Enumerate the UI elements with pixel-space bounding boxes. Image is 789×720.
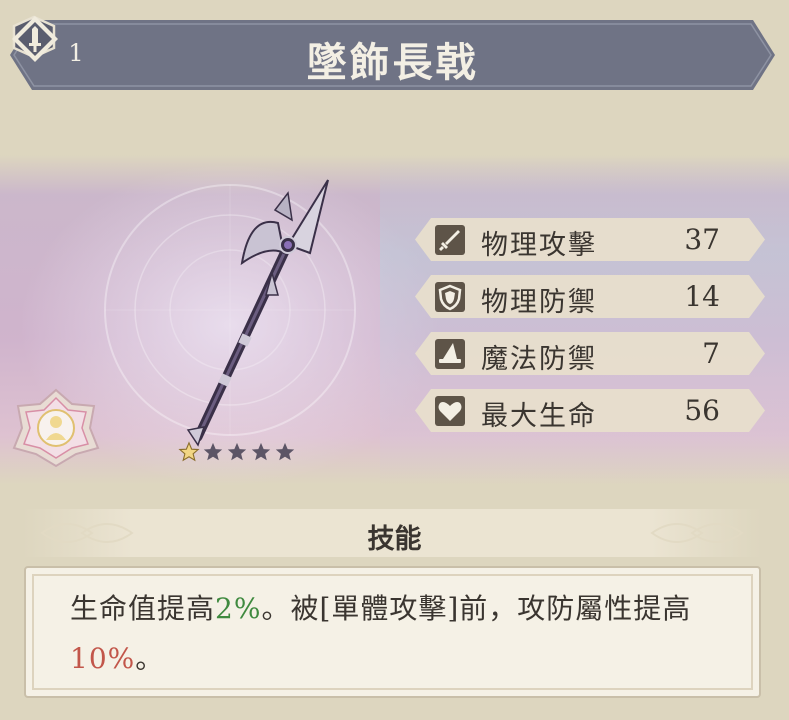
showcase-glow	[380, 155, 789, 485]
item-name: 墜飾長戟	[306, 39, 479, 86]
star-empty-icon	[275, 442, 295, 461]
star-filled-icon	[178, 441, 200, 462]
skill-description-box: 生命值提高2%。被[單體攻擊]前，攻防屬性提高 10%。	[24, 566, 761, 698]
desc-text-1: 生命值提高	[70, 592, 216, 625]
stat-value: 14	[684, 280, 720, 313]
stat-row-magic-defense: 魔法防禦 7	[415, 330, 765, 377]
desc-text-3: 。	[135, 642, 165, 675]
stat-value: 7	[702, 337, 720, 370]
star-empty-icon	[203, 442, 223, 461]
sword-icon	[435, 225, 465, 255]
class-emblem-icon	[12, 388, 100, 468]
stat-label: 物理攻擊	[481, 230, 597, 261]
desc-text-2: 。被[單體攻擊]前，攻防屬性提高	[261, 592, 692, 625]
heart-icon	[435, 396, 465, 426]
stat-value: 37	[684, 223, 720, 256]
star-empty-icon	[227, 442, 247, 461]
highlight-atk-def-bonus: 10%	[70, 642, 136, 675]
stat-row-physical-defense: 物理防禦 14	[415, 273, 765, 320]
sword-diamond-icon	[12, 16, 58, 62]
title-banner: 1 墜飾長戟	[10, 14, 775, 96]
star-empty-icon	[251, 442, 271, 461]
stat-label: 物理防禦	[481, 287, 597, 318]
rarity-stars	[178, 441, 296, 463]
stat-value: 56	[684, 394, 720, 427]
stat-row-max-hp: 最大生命 56	[415, 387, 765, 434]
halberd-weapon-image	[186, 179, 329, 447]
stat-label: 最大生命	[481, 401, 597, 432]
skills-header: 技能	[367, 524, 422, 555]
stat-label: 魔法防禦	[481, 344, 597, 375]
stat-row-physical-attack: 物理攻擊 37	[415, 216, 765, 263]
skill-description: 生命值提高2%。被[單體攻擊]前，攻防屬性提高 10%。	[70, 584, 729, 684]
wizard-hat-icon	[435, 339, 465, 369]
shield-icon	[435, 282, 465, 312]
highlight-hp-bonus: 2%	[215, 592, 262, 625]
